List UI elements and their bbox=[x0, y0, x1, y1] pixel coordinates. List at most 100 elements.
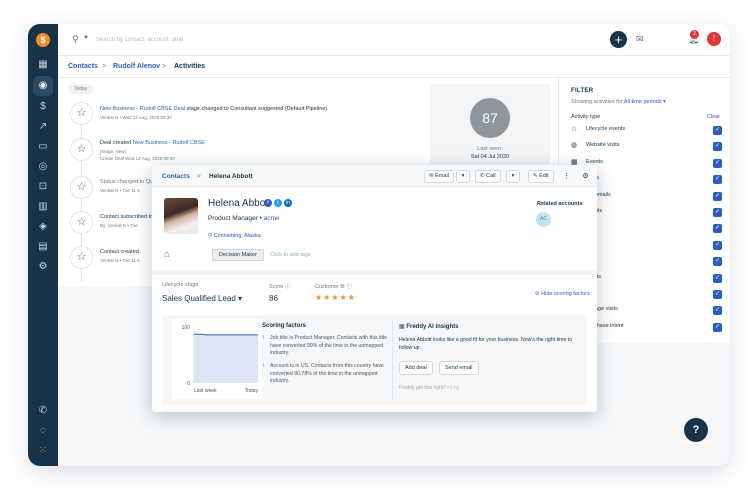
robot-icon[interactable]: ⊡ bbox=[36, 180, 50, 194]
call-dropdown[interactable]: ▾ bbox=[506, 170, 520, 183]
y-tick-label: 100 bbox=[182, 325, 191, 331]
tag-chip[interactable]: Decision Maker bbox=[212, 249, 264, 261]
calendar-icon[interactable]: ▦ bbox=[36, 58, 50, 72]
arrow-up-icon: ↑ bbox=[262, 363, 265, 369]
contacts-icon[interactable]: ◉ bbox=[33, 76, 53, 96]
filter-item[interactable]: ◍ Website visits ✓ bbox=[571, 141, 722, 153]
last-seen-label: Last seen: bbox=[477, 146, 503, 152]
call-button[interactable]: ✆ Call bbox=[475, 170, 501, 183]
target-icon[interactable]: ◎ bbox=[36, 160, 50, 174]
search-input[interactable] bbox=[96, 33, 276, 47]
hide-scoring-link[interactable]: ⊘ Hide scoring factors bbox=[535, 291, 590, 297]
score-label: Score ⓘ bbox=[269, 284, 291, 290]
analytics-icon[interactable]: ▥ bbox=[36, 200, 50, 214]
related-account-avatar[interactable]: AC bbox=[536, 212, 551, 227]
linkedin-icon[interactable]: in bbox=[284, 199, 292, 207]
filter-checkbox[interactable]: ✓ bbox=[713, 224, 722, 234]
today-chip: Today bbox=[68, 84, 94, 94]
chat-icon[interactable]: ▭ bbox=[36, 140, 50, 154]
star-icon: ★ bbox=[315, 293, 324, 302]
modal-breadcrumb-contacts[interactable]: Contacts bbox=[162, 173, 190, 180]
edit-button[interactable]: ✎ Edit bbox=[528, 170, 554, 183]
breadcrumb-current: Activities bbox=[174, 63, 206, 70]
filter-checkbox[interactable]: ✓ bbox=[713, 290, 722, 299]
gear-icon[interactable]: ⚙ bbox=[579, 170, 592, 183]
activity-title: Deal created New Business - Rudolf CBSE bbox=[100, 140, 205, 146]
clear-filter-link[interactable]: Clear bbox=[707, 114, 720, 120]
top-bar: ⚲ ▼ + ✉ 🔔︎ 2 ! LM bbox=[58, 24, 730, 56]
twitter-icon[interactable]: t bbox=[274, 199, 282, 207]
activity-title: New Business - Rudolf CBSE Deal stage ch… bbox=[100, 106, 328, 112]
company-link[interactable]: acme bbox=[264, 215, 280, 222]
contact-score: 87 bbox=[470, 98, 510, 138]
thumbs-up-icon[interactable]: 👍︎ bbox=[447, 385, 452, 391]
activity-type-label: Activity type bbox=[571, 114, 601, 120]
filter-title: FILTER bbox=[571, 88, 594, 94]
mail-icon[interactable]: ✉ bbox=[636, 34, 644, 45]
activity-meta: Create Deal Wed 12 Aug, 2020 09:30 bbox=[100, 156, 175, 161]
settings-icon[interactable]: ⚙ bbox=[36, 260, 50, 274]
filter-item-label: Website visits bbox=[586, 142, 620, 149]
last-seen-value: Sat 04 Jul 2020 bbox=[470, 154, 510, 160]
y-tick-label: 0 bbox=[187, 381, 190, 387]
deals-icon[interactable]: $ bbox=[36, 100, 50, 114]
filter-checkbox[interactable]: ✓ bbox=[713, 240, 722, 250]
more-icon[interactable]: ⋮ bbox=[560, 170, 573, 183]
box-icon[interactable]: ◈ bbox=[36, 220, 50, 234]
divider bbox=[392, 321, 393, 399]
facebook-icon[interactable]: f bbox=[264, 199, 272, 207]
breadcrumb-contacts[interactable]: Contacts bbox=[68, 63, 98, 70]
filter-checkbox[interactable]: ✓ bbox=[713, 158, 722, 168]
send-email-button[interactable]: Send email bbox=[439, 361, 479, 375]
filter-checkbox[interactable]: ✓ bbox=[713, 175, 722, 185]
alert-icon[interactable]: ! bbox=[707, 32, 721, 46]
filter-item[interactable]: ☆ Lifecycle events ✓ bbox=[571, 125, 722, 137]
filter-checkbox[interactable]: ✓ bbox=[713, 273, 722, 283]
filter-checkbox[interactable]: ✓ bbox=[713, 306, 722, 316]
activity-meta: Venkat N • Wed 12 Aug, 2020 09:30 bbox=[100, 115, 172, 120]
help-button[interactable]: ? bbox=[684, 418, 708, 442]
filter-checkbox[interactable]: ✓ bbox=[713, 142, 722, 152]
add-tags-input[interactable]: Click to add tags bbox=[270, 252, 311, 258]
apps-icon[interactable]: ⁙ bbox=[36, 444, 50, 458]
add-deal-button[interactable]: Add deal bbox=[399, 361, 433, 375]
score-trend-chart: 100 0 Last week Today bbox=[172, 319, 262, 399]
deal-link[interactable]: New Business - Rudolf CBSE Deal bbox=[100, 106, 185, 112]
filter-checkbox[interactable]: ✓ bbox=[713, 208, 722, 217]
email-button[interactable]: ✉ Email bbox=[424, 170, 454, 183]
customer-fit-label: Customer fit ⓘ bbox=[315, 284, 352, 290]
contact-quick-view: Contacts > Helena Abbott ✉ Email ▾ ✆ Cal… bbox=[152, 165, 597, 412]
deal-link[interactable]: New Business - Rudolf CBSE bbox=[133, 140, 205, 146]
thumbs-down-icon[interactable]: 👎︎ bbox=[454, 385, 459, 391]
reports-icon[interactable]: ↗ bbox=[36, 120, 50, 134]
freshsales-logo[interactable]: $ bbox=[36, 33, 50, 47]
message-icon[interactable]: ◌ bbox=[36, 424, 50, 438]
activity-title: Contact subscribed to bbox=[100, 214, 154, 220]
scoring-factor: ↑ Account is in US. Contacts from this co… bbox=[262, 363, 384, 384]
filter-item-label: Lifecycle events bbox=[586, 126, 626, 132]
notes-icon[interactable]: ▤ bbox=[36, 240, 50, 254]
tag-icon: ⌂ bbox=[164, 249, 171, 260]
phone-icon[interactable]: ✆ bbox=[36, 404, 50, 418]
period-dropdown[interactable]: All time periods bbox=[624, 99, 662, 105]
filter-checkbox[interactable]: ✓ bbox=[713, 257, 722, 267]
divider bbox=[152, 270, 597, 275]
filter-checkbox[interactable]: ✓ bbox=[713, 322, 722, 332]
search-icon[interactable]: ⚲ bbox=[72, 34, 79, 45]
activity-meta: Venkat N • Tue 11 A bbox=[100, 258, 140, 263]
lifecycle-dropdown[interactable]: Sales Qualified Lead ▾ bbox=[162, 294, 242, 303]
chevron-down-icon[interactable]: ▼ bbox=[83, 35, 89, 41]
breadcrumb-contact-name[interactable]: Rudolf Alenov bbox=[113, 63, 160, 70]
add-button[interactable]: + bbox=[610, 31, 627, 48]
score-trend-svg: 100 0 Last week Today bbox=[182, 325, 259, 394]
star-icon: ☆ bbox=[70, 102, 93, 125]
arrow-up-icon: ↑ bbox=[262, 335, 265, 341]
activity-meta: Venkat N • Tue 11 A bbox=[100, 188, 140, 193]
freddy-title: ▣ Freddy AI insights bbox=[399, 324, 459, 330]
freddy-feedback: Freddy got this right? 👍︎ 👎︎ bbox=[399, 385, 460, 391]
filter-checkbox[interactable]: ✓ bbox=[713, 126, 722, 135]
filter-item-label: Events bbox=[586, 158, 603, 165]
customer-fit-stars: ★★★★★ bbox=[315, 293, 356, 302]
filter-checkbox[interactable]: ✓ bbox=[713, 191, 722, 201]
email-dropdown[interactable]: ▾ bbox=[456, 170, 470, 183]
